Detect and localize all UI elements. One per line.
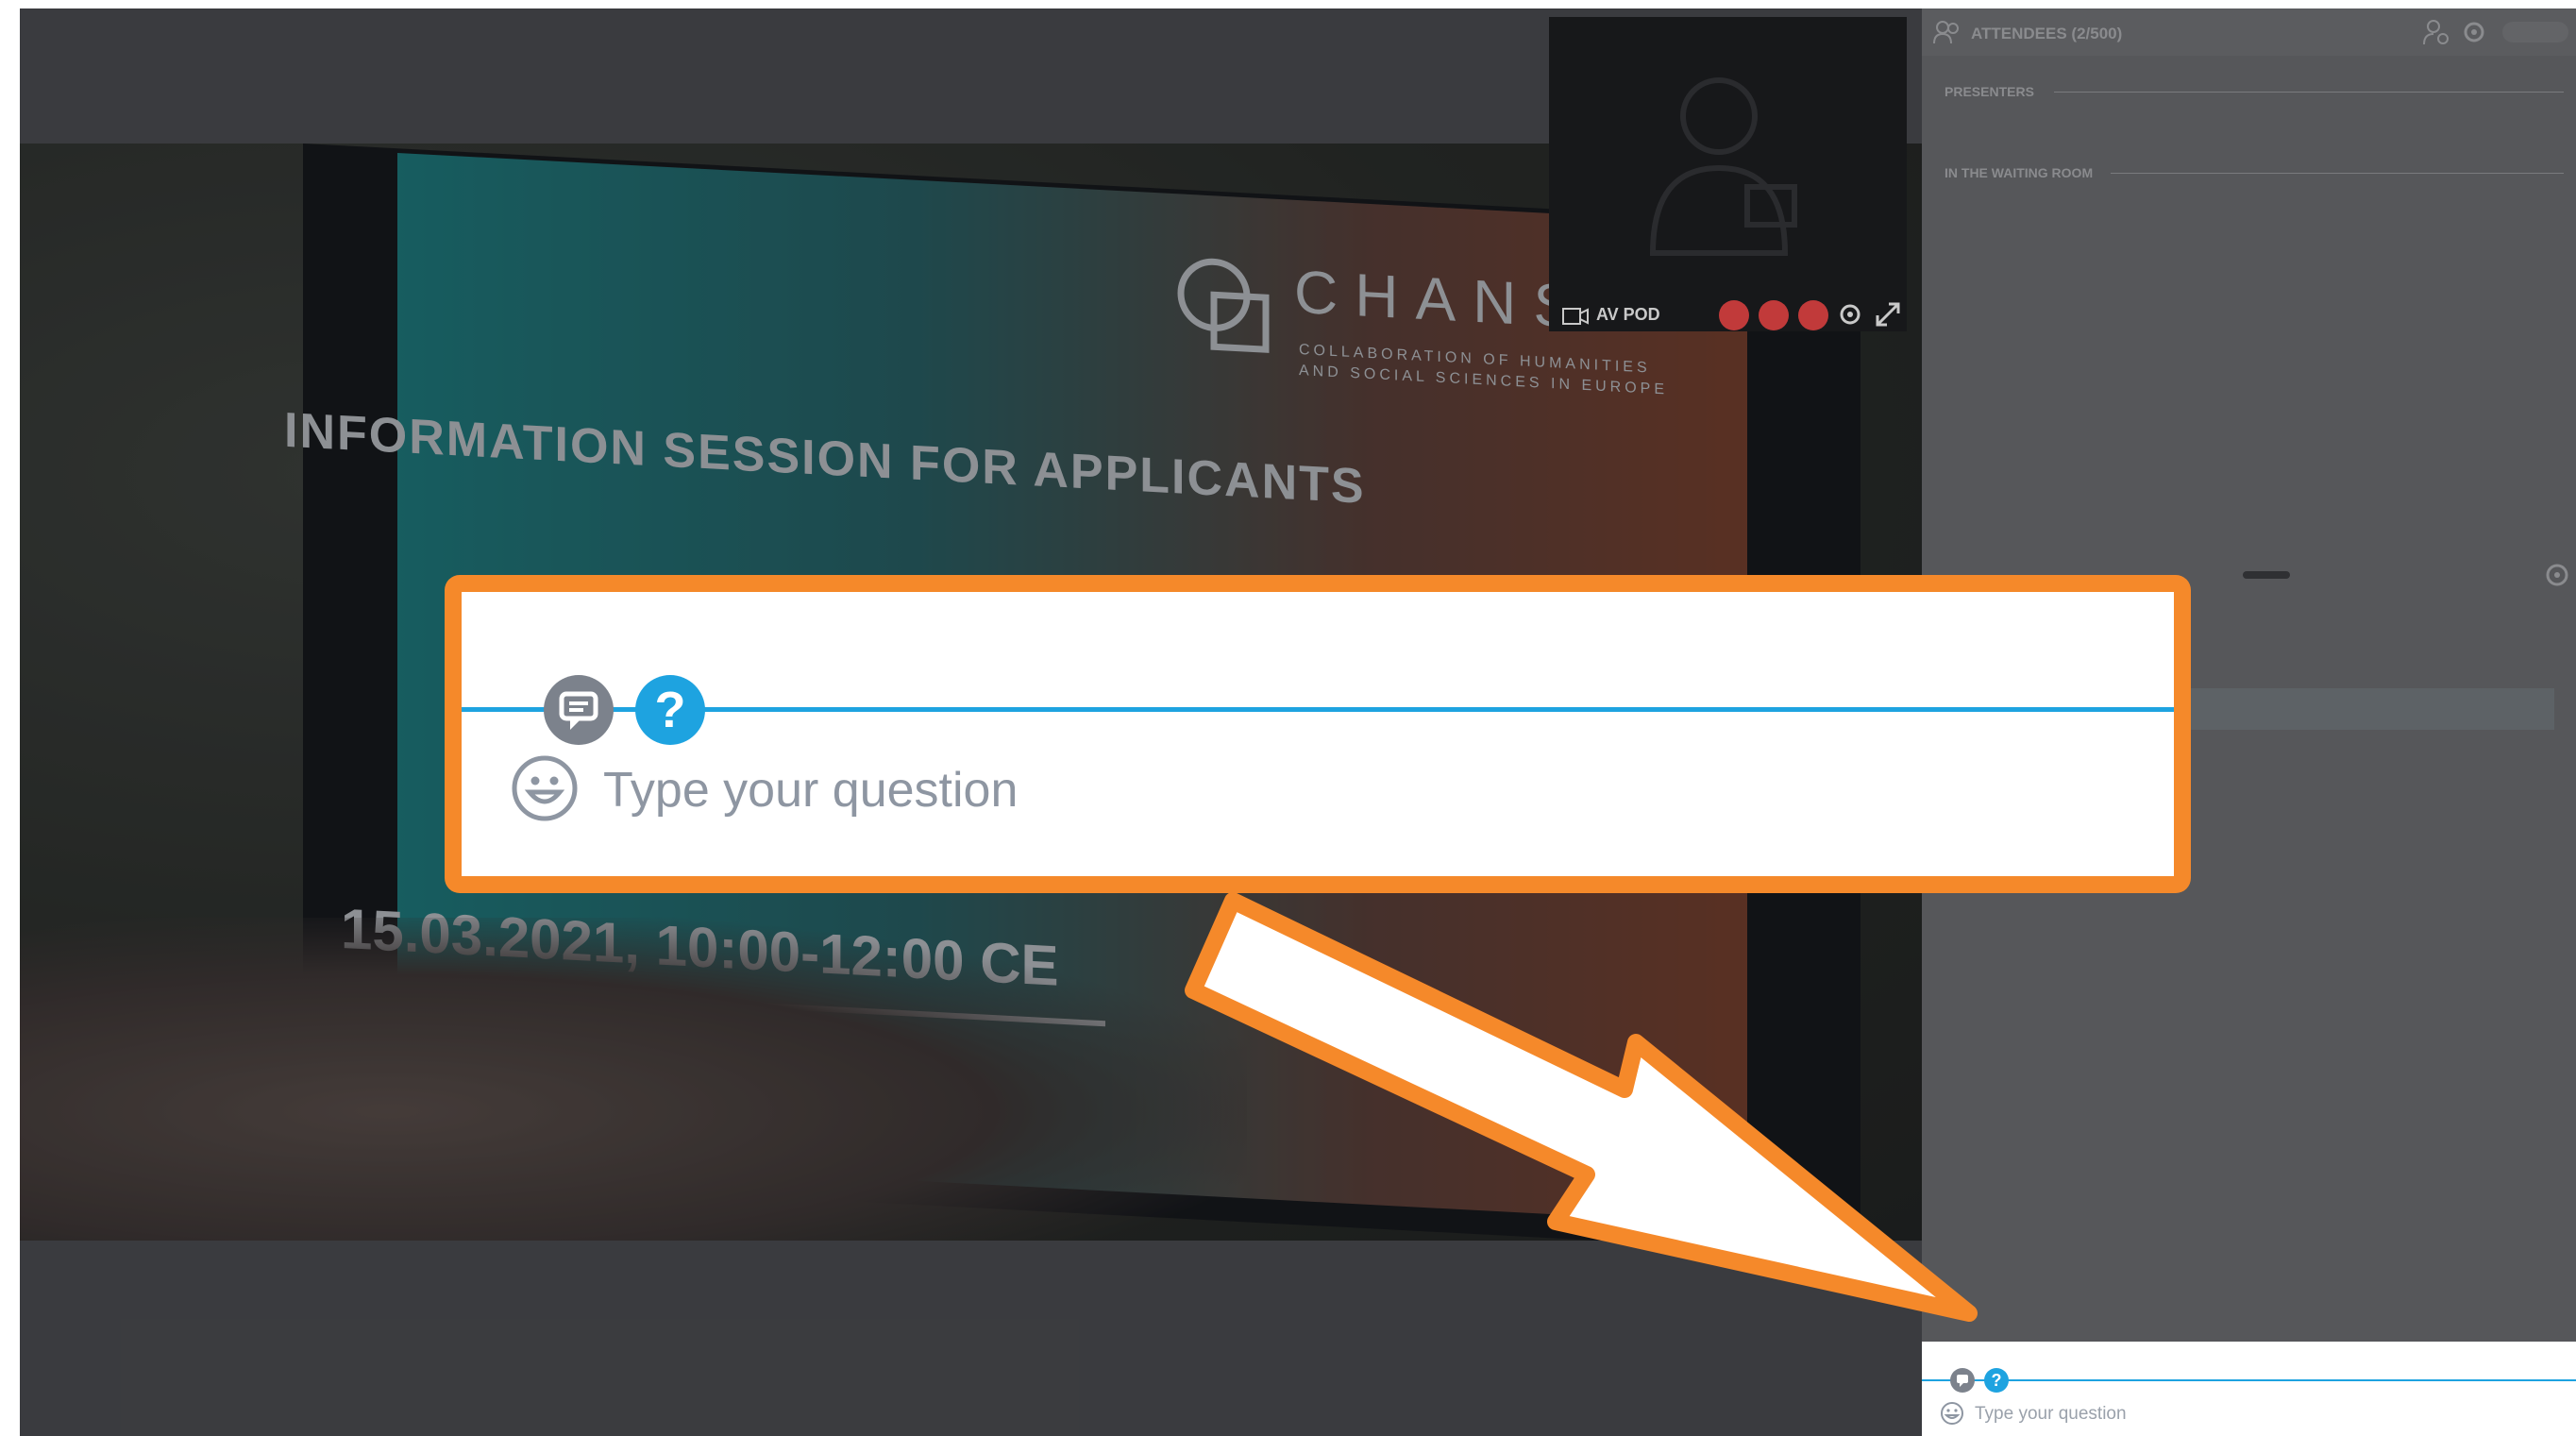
annotation-arrow xyxy=(1185,892,1978,1322)
meeting-app: CHANSE. COLLABORATION OF HUMANITIES AND … xyxy=(20,8,2576,1436)
